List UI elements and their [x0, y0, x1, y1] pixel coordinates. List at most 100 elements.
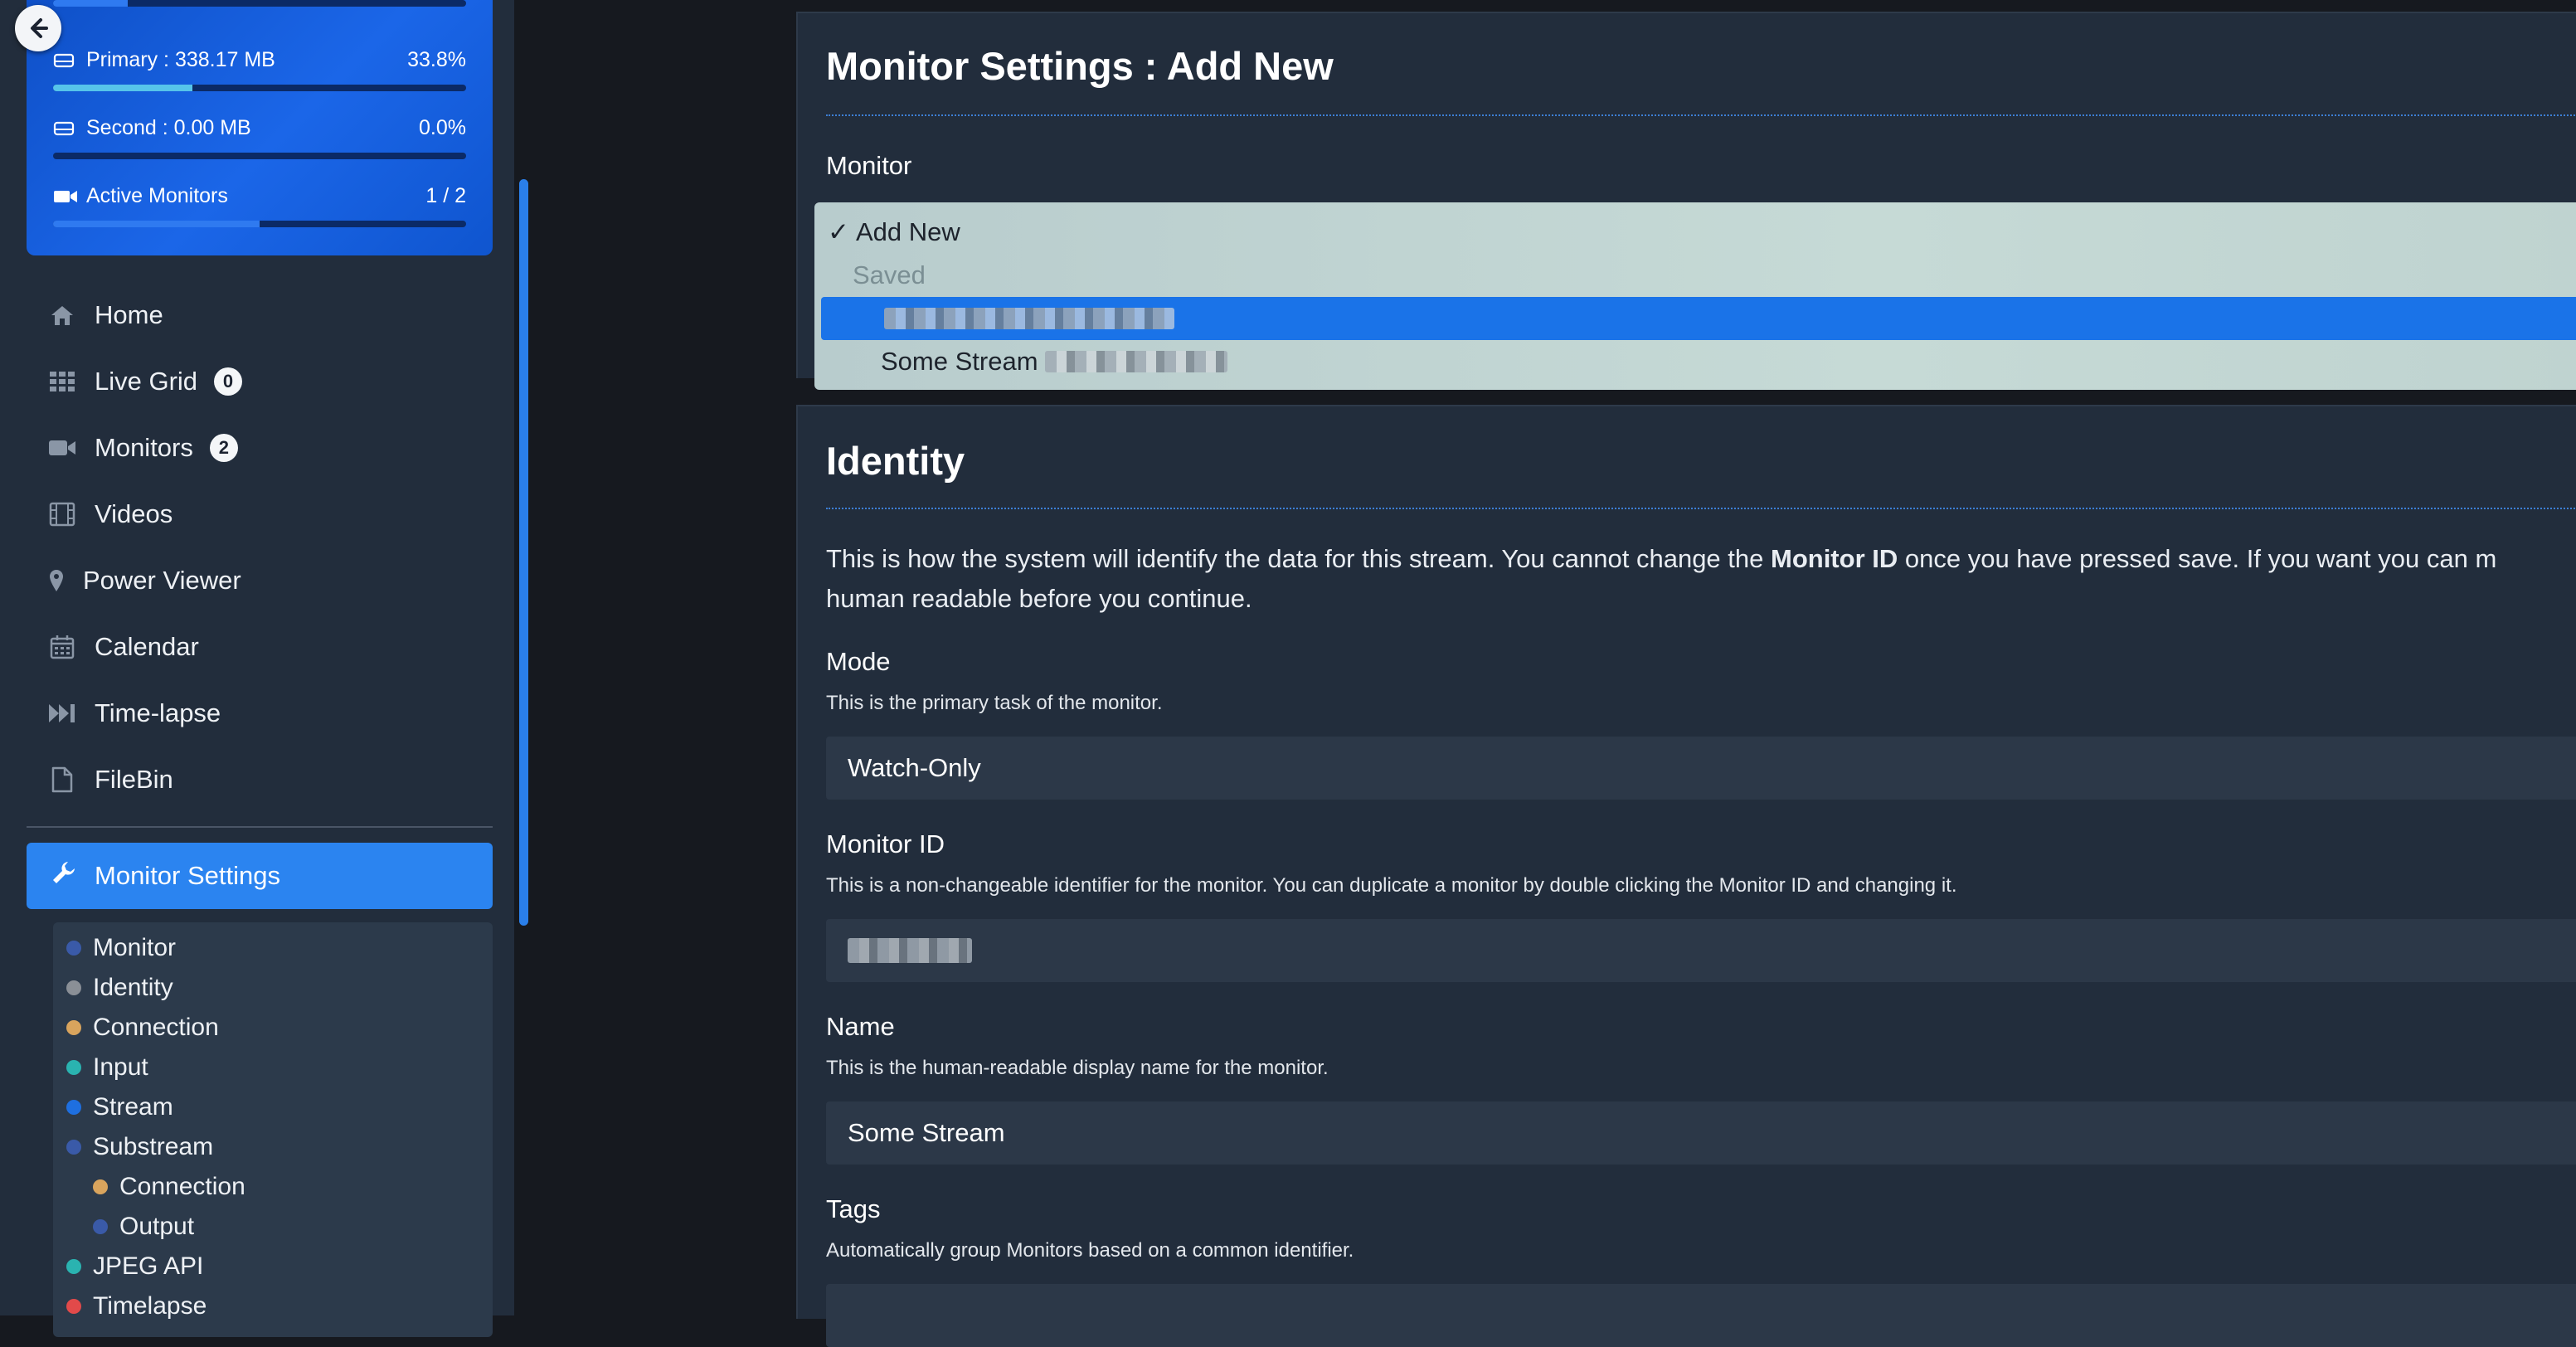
monitor-id-label: Monitor ID	[826, 829, 945, 858]
stat-second-bar	[53, 153, 466, 159]
nav-label: Power Viewer	[83, 566, 241, 595]
name-input[interactable]: Some Stream	[826, 1101, 2576, 1165]
stat-second-percent: 0.0%	[419, 116, 466, 139]
hard-drive-icon	[53, 51, 75, 70]
title-divider	[826, 114, 2576, 116]
grid-icon	[48, 367, 76, 396]
nav-label: Monitors	[95, 433, 193, 462]
back-button[interactable]	[15, 5, 61, 51]
stat-primary-bar-fill	[53, 85, 193, 91]
subnav-item-identity[interactable]: Identity	[66, 974, 173, 1002]
stat-primary-percent: 33.8%	[407, 48, 466, 71]
status-dot	[93, 1179, 108, 1194]
status-dot	[66, 1060, 81, 1075]
arrow-left-icon	[31, 18, 48, 38]
home-icon	[48, 301, 76, 329]
video-camera-icon	[48, 434, 76, 462]
stat-monitors-label: Active Monitors	[86, 184, 228, 207]
nav-label: Time-lapse	[95, 698, 221, 727]
subnav-item-monitor[interactable]: Monitor	[66, 934, 176, 962]
nav-label: Home	[95, 300, 163, 329]
status-dot	[66, 1020, 81, 1035]
map-pin-icon	[48, 567, 65, 595]
mode-label: Mode	[826, 647, 891, 676]
stat-primary-label: Primary : 338.17 MB	[86, 48, 275, 71]
subnav-item-substream[interactable]: Substream	[66, 1133, 213, 1161]
tags-label: Tags	[826, 1194, 881, 1223]
title-divider	[826, 508, 2576, 509]
tags-desc: Automatically group Monitors based on a …	[826, 1239, 1354, 1262]
status-dot	[66, 1100, 81, 1115]
stat-primary-bar	[53, 85, 466, 91]
nav-item-monitors[interactable]: Monitors 2	[48, 423, 238, 473]
file-icon	[48, 766, 76, 794]
fast-forward-icon	[48, 699, 76, 727]
subnav-item-substream-output[interactable]: Output	[93, 1213, 194, 1241]
nav-label: Live Grid	[95, 367, 198, 396]
stat-top-bar-fill	[53, 0, 128, 7]
monitor-id-desc: This is a non-changeable identifier for …	[826, 874, 1957, 897]
calendar-icon	[48, 633, 76, 661]
nav-item-time-lapse[interactable]: Time-lapse	[48, 688, 221, 738]
identity-panel: Identity This is how the system will ide…	[796, 405, 2576, 1347]
stat-monitors-bar-fill	[53, 221, 260, 227]
monitor-select-label: Monitor	[826, 151, 912, 180]
nav-label: FileBin	[95, 765, 173, 794]
name-desc: This is the human-readable display name …	[826, 1057, 1329, 1079]
storage-stats-card: Primary : 338.17 MB 33.8% Second : 0.00 …	[27, 0, 493, 255]
nav-item-videos[interactable]: Videos	[48, 489, 173, 539]
redacted-text	[884, 308, 1174, 329]
sidebar-divider	[27, 826, 493, 828]
subnav-item-jpeg-api[interactable]: JPEG API	[66, 1252, 203, 1281]
identity-intro: This is how the system will identify the…	[826, 544, 2497, 613]
monitor-select-dropdown[interactable]: ✓ Add New Saved Some Stream	[814, 202, 2576, 390]
option-saved-monitor-1[interactable]	[821, 297, 2576, 340]
sidebar: Primary : 338.17 MB 33.8% Second : 0.00 …	[0, 0, 514, 1337]
tags-input[interactable]	[826, 1284, 2576, 1347]
subnav-item-input[interactable]: Input	[66, 1053, 148, 1082]
status-dot	[93, 1219, 108, 1234]
content-gutter	[531, 0, 796, 1315]
nav-item-power-viewer[interactable]: Power Viewer	[48, 556, 241, 605]
video-camera-icon	[53, 187, 77, 206]
monitors-count-badge: 2	[209, 434, 238, 462]
stat-monitors-value: 1 / 2	[425, 184, 466, 207]
sidebar-scrollbar[interactable]	[519, 179, 528, 926]
mode-desc: This is the primary task of the monitor.	[826, 692, 1163, 714]
nav-item-home[interactable]: Home	[48, 290, 163, 340]
option-add-new[interactable]: ✓ Add New	[828, 211, 2576, 254]
option-label: Add New	[855, 217, 960, 246]
status-dot	[66, 941, 81, 956]
option-saved-monitor-2[interactable]: Some Stream	[881, 340, 2576, 383]
redacted-text	[848, 938, 972, 963]
nav-label: Calendar	[95, 632, 199, 661]
status-dot	[66, 980, 81, 995]
stat-second-label: Second : 0.00 MB	[86, 116, 251, 139]
live-grid-count-badge: 0	[214, 367, 243, 396]
subnav-item-connection[interactable]: Connection	[66, 1014, 219, 1042]
hard-drive-icon	[53, 119, 75, 138]
status-dot	[66, 1259, 81, 1274]
name-label: Name	[826, 1012, 895, 1041]
settings-subnav: Monitor Identity Connection Input Stream…	[53, 922, 493, 1337]
check-icon: ✓	[828, 217, 849, 246]
monitor-settings-button[interactable]: Monitor Settings	[27, 843, 493, 909]
mode-value: Watch-Only	[848, 753, 981, 782]
subnav-item-substream-connection[interactable]: Connection	[93, 1173, 245, 1201]
nav-item-filebin[interactable]: FileBin	[48, 755, 173, 805]
nav-item-calendar[interactable]: Calendar	[48, 622, 199, 672]
monitor-id-input[interactable]	[826, 919, 2576, 982]
option-label: Some Stream	[881, 347, 1038, 376]
subnav-item-stream[interactable]: Stream	[66, 1093, 173, 1121]
subnav-item-timelapse[interactable]: Timelapse	[66, 1292, 207, 1320]
nav-item-live-grid[interactable]: Live Grid 0	[48, 357, 243, 406]
name-value: Some Stream	[848, 1118, 1005, 1147]
status-dot	[66, 1299, 81, 1314]
film-icon	[48, 500, 76, 528]
wrench-icon	[51, 860, 76, 892]
mode-select[interactable]: Watch-Only	[826, 737, 2576, 800]
nav-label: Videos	[95, 499, 173, 528]
stat-top-bar	[53, 0, 466, 7]
stat-monitors-bar	[53, 221, 466, 227]
status-dot	[66, 1140, 81, 1155]
